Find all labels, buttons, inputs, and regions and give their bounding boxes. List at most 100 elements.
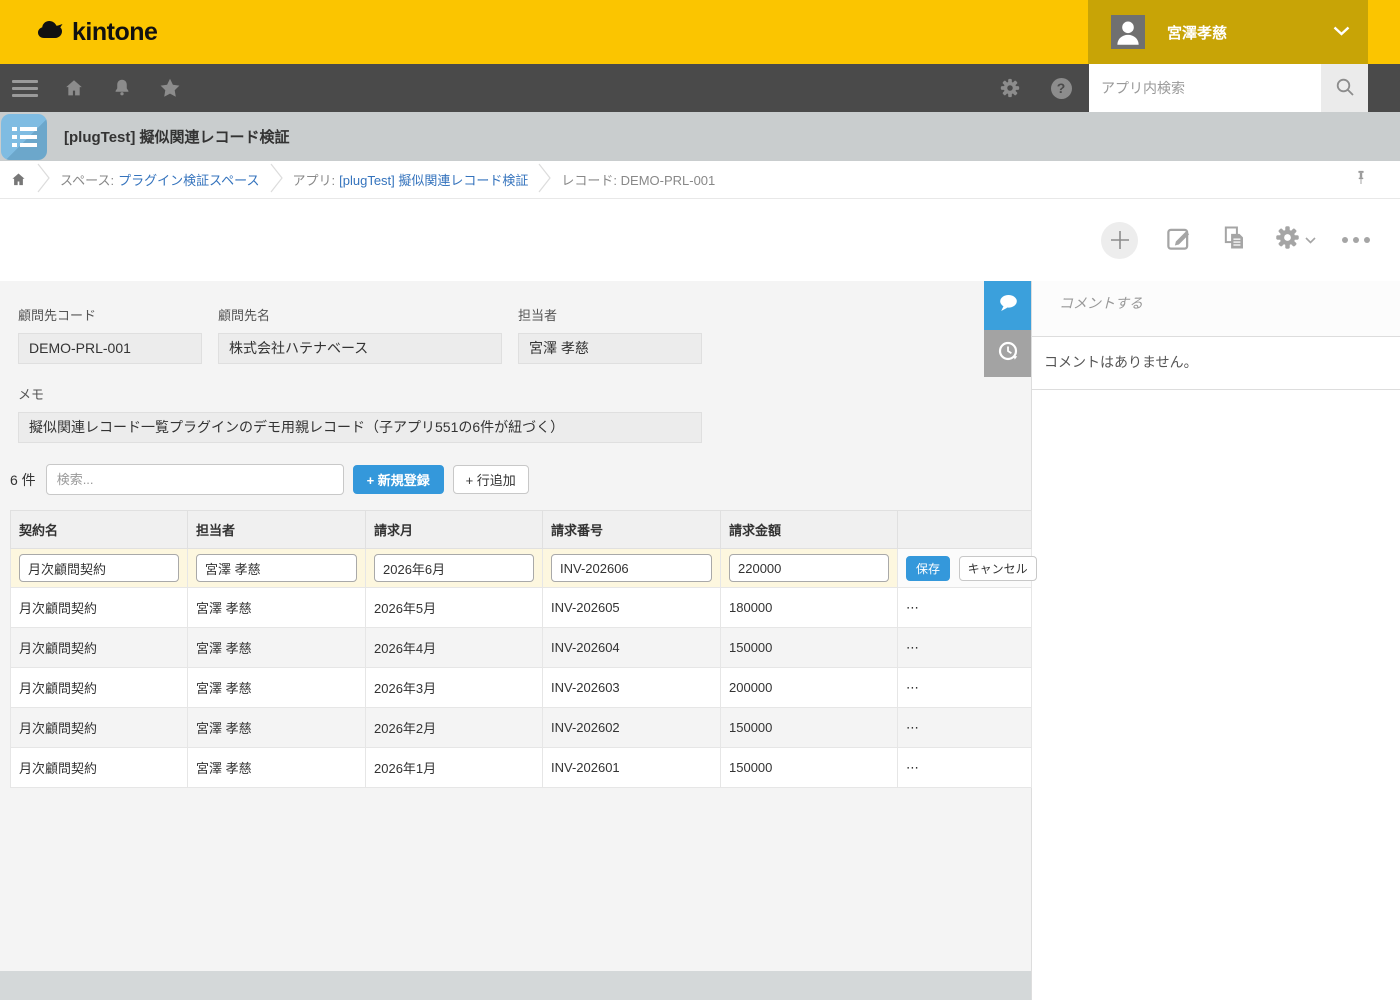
copy-documents-icon — [1220, 224, 1248, 257]
record-fields-row: 顧問先コード DEMO-PRL-001 顧問先名 株式会社ハテナベース 担当者 … — [18, 305, 1031, 364]
settings-gear-icon[interactable] — [998, 76, 1022, 100]
field-label: メモ — [18, 384, 1031, 403]
comments-empty-message: コメントはありません。 — [1032, 337, 1400, 390]
row-more-button[interactable]: ⋯ — [898, 708, 1032, 748]
record-settings-button[interactable] — [1274, 224, 1316, 256]
cell-amount: 200000 — [721, 668, 898, 708]
home-icon[interactable] — [62, 76, 86, 100]
field-value: DEMO-PRL-001 — [18, 333, 202, 364]
field-label: 顧問先名 — [218, 305, 502, 324]
table-row: 月次顧問契約 宮澤 孝慈 2026年4月 INV-202604 150000 ⋯ — [11, 628, 1032, 668]
cell-invoice: INV-202605 — [543, 588, 721, 628]
row-more-button[interactable]: ⋯ — [898, 748, 1032, 788]
column-header-month: 請求月 — [366, 511, 543, 549]
column-header-contract: 契約名 — [11, 511, 188, 549]
cell-person: 宮澤 孝慈 — [188, 628, 366, 668]
app-search-input[interactable] — [1089, 64, 1321, 112]
breadcrumb-app-label: アプリ: — [293, 170, 336, 189]
cell-contract: 月次顧問契約 — [11, 588, 188, 628]
record-side-tabs — [984, 281, 1031, 377]
edit-month-input[interactable] — [374, 554, 534, 582]
comment-compose-area[interactable]: コメントする — [1032, 281, 1400, 337]
breadcrumb: スペース: プラグイン検証スペース アプリ: [plugTest] 擬似関連レコ… — [0, 161, 1400, 199]
cell-amount: 180000 — [721, 588, 898, 628]
edit-contract-input[interactable] — [19, 554, 179, 582]
edit-record-button[interactable] — [1164, 223, 1194, 258]
pin-icon[interactable] — [1352, 167, 1370, 192]
edit-invoice-input[interactable] — [551, 554, 712, 582]
comment-bubble-icon — [996, 291, 1020, 320]
field-customer-name: 顧問先名 株式会社ハテナベース — [218, 305, 502, 364]
user-menu[interactable]: 宮澤孝慈 — [1088, 0, 1368, 64]
field-label: 顧問先コード — [18, 305, 202, 324]
gear-icon — [1274, 224, 1301, 256]
field-value: 擬似関連レコード一覧プラグインのデモ用親レコード（子アプリ551の6件が紐づく） — [18, 412, 702, 443]
add-row-button[interactable]: + 行追加 — [453, 465, 529, 494]
cell-person: 宮澤 孝慈 — [188, 588, 366, 628]
bottom-scroll-bar[interactable] — [0, 971, 1031, 1000]
breadcrumb-app-link[interactable]: [plugTest] 擬似関連レコード検証 — [339, 170, 528, 189]
more-options-button[interactable] — [1342, 237, 1370, 243]
row-more-button[interactable]: ⋯ — [898, 588, 1032, 628]
breadcrumb-separator-icon — [270, 163, 283, 196]
notifications-bell-icon[interactable] — [110, 76, 134, 100]
duplicate-record-button[interactable] — [1220, 224, 1248, 257]
cell-month: 2026年1月 — [366, 748, 543, 788]
add-record-button[interactable] — [1101, 222, 1138, 259]
record-count: 6 件 — [10, 470, 36, 490]
breadcrumb-space-link[interactable]: プラグイン検証スペース — [118, 170, 259, 189]
cell-amount: 150000 — [721, 748, 898, 788]
cell-person: 宮澤 孝慈 — [188, 708, 366, 748]
save-button[interactable]: 保存 — [906, 556, 950, 581]
chevron-down-icon — [1333, 23, 1350, 41]
cell-contract: 月次顧問契約 — [11, 668, 188, 708]
comment-panel: コメントする コメントはありません。 — [1031, 281, 1400, 1000]
table-row: 月次顧問契約 宮澤 孝慈 2026年2月 INV-202602 150000 ⋯ — [11, 708, 1032, 748]
cell-contract: 月次顧問契約 — [11, 628, 188, 668]
cell-month: 2026年3月 — [366, 668, 543, 708]
edit-person-input[interactable] — [196, 554, 357, 582]
cell-amount: 150000 — [721, 708, 898, 748]
portal-home-icon[interactable] — [10, 171, 27, 188]
top-bar: kintone 宮澤孝慈 — [0, 0, 1400, 64]
edit-pencil-icon — [1164, 223, 1194, 258]
kintone-logo[interactable]: kintone — [36, 18, 157, 47]
related-search-input[interactable] — [46, 464, 344, 495]
new-record-button[interactable]: + 新規登録 — [353, 465, 444, 494]
row-more-button[interactable]: ⋯ — [898, 628, 1032, 668]
column-header-amount: 請求金額 — [721, 511, 898, 549]
cancel-button[interactable]: キャンセル — [959, 556, 1037, 581]
cell-contract: 月次顧問契約 — [11, 708, 188, 748]
cell-invoice: INV-202603 — [543, 668, 721, 708]
user-avatar — [1111, 15, 1145, 49]
menu-icon[interactable] — [12, 80, 38, 97]
chevron-down-icon — [1305, 231, 1316, 249]
tab-change-history[interactable] — [984, 330, 1031, 377]
breadcrumb-separator-icon — [538, 163, 551, 196]
search-button[interactable] — [1321, 64, 1368, 112]
app-search-box — [1089, 64, 1368, 112]
cell-month: 2026年5月 — [366, 588, 543, 628]
column-header-invoice: 請求番号 — [543, 511, 721, 549]
user-name: 宮澤孝慈 — [1167, 22, 1333, 43]
list-icon — [12, 127, 37, 147]
cell-month: 2026年4月 — [366, 628, 543, 668]
row-more-button[interactable]: ⋯ — [898, 668, 1032, 708]
breadcrumb-record: レコード: DEMO-PRL-001 — [561, 170, 715, 189]
table-header-row: 契約名 担当者 請求月 請求番号 請求金額 — [11, 511, 1032, 549]
edit-amount-input[interactable] — [729, 554, 889, 582]
favorites-star-icon[interactable] — [158, 76, 182, 100]
help-icon[interactable]: ? — [1049, 76, 1073, 100]
breadcrumb-space-label: スペース: — [60, 170, 114, 189]
kintone-cloud-icon — [36, 18, 66, 47]
cell-invoice: INV-202602 — [543, 708, 721, 748]
breadcrumb-separator-icon — [37, 163, 50, 196]
app-icon[interactable] — [1, 114, 47, 160]
field-customer-code: 顧問先コード DEMO-PRL-001 — [18, 305, 202, 364]
table-row: 月次顧問契約 宮澤 孝慈 2026年3月 INV-202603 200000 ⋯ — [11, 668, 1032, 708]
column-header-person: 担当者 — [188, 511, 366, 549]
table-edit-row: 保存 キャンセル — [11, 549, 1032, 588]
cell-contract: 月次顧問契約 — [11, 748, 188, 788]
field-label: 担当者 — [518, 305, 702, 324]
tab-comments[interactable] — [984, 281, 1031, 330]
